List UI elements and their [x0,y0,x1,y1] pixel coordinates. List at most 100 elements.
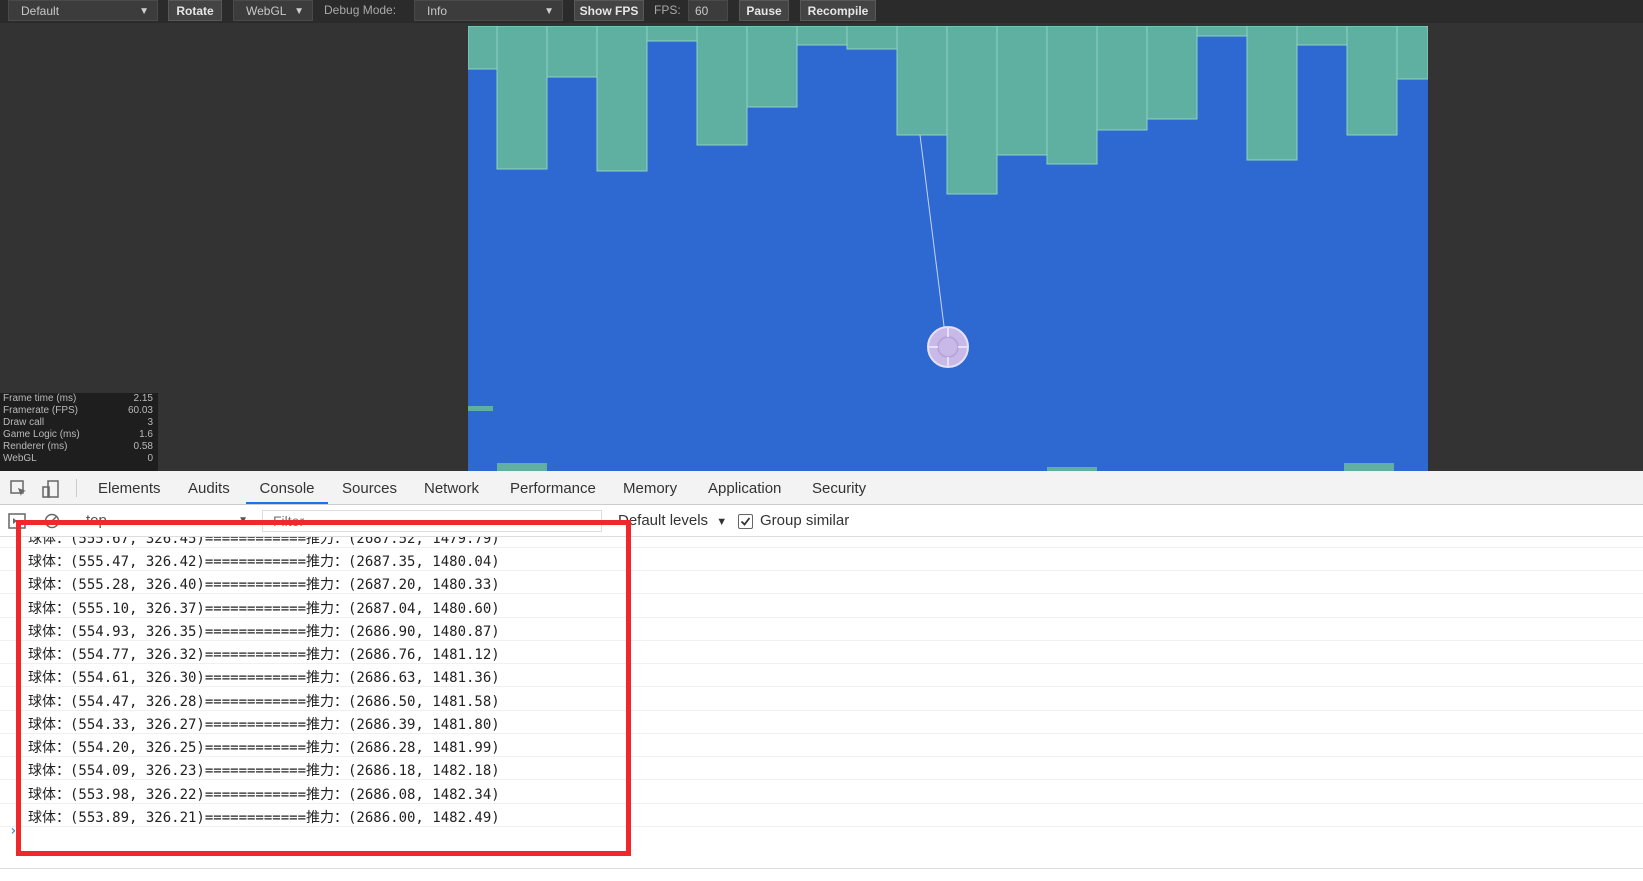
default-levels-dropdown[interactable]: Default levels ▼ [618,512,727,529]
stat-value: 60.03 [127,405,153,416]
pillar [1296,26,1348,46]
console-log-text: 球体：(553.98, 326.22)============推力：(2686.… [28,787,500,803]
console-log-row: 球体：(554.09, 326.23)============推力：(2686.… [0,757,1643,780]
tab-application[interactable]: Application [708,471,781,504]
devtools-tabbar: Elements Audits Console Sources Network … [0,471,1643,505]
chevron-down-icon: ▼ [544,6,554,17]
stat-label: WebGL [3,453,37,464]
pillar [596,26,648,172]
console-log-text: 球体：(554.77, 326.32)============推力：(2686.… [28,647,500,663]
pillar [1096,26,1148,131]
pillar [696,26,748,146]
console-log-row: 球体：(555.10, 326.37)============推力：(2687.… [0,595,1643,618]
console-filter-bar: top ▼ Default levels ▼ Group similar [0,505,1643,537]
console-log-text: 球体：(555.67, 326.45)============推力：(2687.… [28,537,500,547]
group-similar-label: Group similar [760,512,850,529]
stat-row: Draw call 3 [0,417,158,429]
chevron-down-icon: ▼ [139,6,149,17]
tab-audits[interactable]: Audits [188,471,230,504]
pillar [646,26,698,42]
console-log-row: 球体：(555.28, 326.40)============推力：(2687.… [0,571,1643,594]
console-log-text: 球体：(553.89, 326.21)============推力：(2686.… [28,810,500,826]
editor-toolbar: Default ▼ Rotate WebGL ▼ Debug Mode: Inf… [0,0,1643,23]
show-fps-button[interactable]: Show FPS [574,0,644,21]
pillar [746,26,798,108]
stat-label: Game Logic (ms) [3,429,80,440]
console-log-row: 球体：(554.77, 326.32)============推力：(2686.… [0,641,1643,664]
device-select[interactable]: Default ▼ [8,0,158,21]
clear-console-icon[interactable] [44,513,60,533]
pause-button[interactable]: Pause [739,0,789,21]
console-log-row: 球体：(555.47, 326.42)============推力：(2687.… [0,548,1643,571]
stat-row: Renderer (ms) 0.58 [0,441,158,453]
pillar [546,26,598,78]
tab-sources[interactable]: Sources [342,471,397,504]
stat-value: 0 [147,453,153,464]
pillar [846,26,898,50]
top-pillars [468,26,1428,195]
console-log-text: 球体：(554.93, 326.35)============推力：(2686.… [28,624,500,640]
fps-input[interactable]: 60 [688,0,728,21]
pillar [1346,26,1398,136]
stat-value: 1.6 [139,429,153,440]
ball [927,326,969,368]
tab-elements[interactable]: Elements [98,471,161,504]
stat-label: Frame time (ms) [3,393,77,404]
stat-row: Game Logic (ms) 1.6 [0,429,158,441]
console-log-row: 球体：(554.61, 326.30)============推力：(2686.… [0,664,1643,687]
console-filter-input[interactable] [262,510,602,532]
inspect-element-icon[interactable] [10,480,28,498]
console-log-row: 球体：(553.89, 326.21)============推力：(2686.… [0,804,1643,827]
tab-performance[interactable]: Performance [510,471,596,504]
console-log-text: 球体：(554.61, 326.30)============推力：(2686.… [28,670,500,686]
pillar [896,26,948,136]
stats-panel: Frame time (ms) 2.15 Framerate (FPS) 60.03… [0,393,158,471]
renderer-select[interactable]: WebGL ▼ [233,0,313,21]
pillar [1344,463,1394,471]
sidebar-toggle-icon[interactable] [8,513,26,533]
context-select[interactable]: top ▼ [76,509,252,533]
pillar [1046,26,1098,165]
game-canvas[interactable] [468,26,1428,471]
pillar [946,26,998,195]
device-toolbar-icon[interactable] [42,480,60,498]
pillar [796,26,848,46]
stat-label: Renderer (ms) [3,441,68,452]
pillar [1246,26,1298,161]
console-output: 球体：(555.67, 326.45)============推力：(2687.… [0,537,1643,877]
console-prompt[interactable]: › [9,823,17,839]
console-log-text: 球体：(555.28, 326.40)============推力：(2687.… [28,577,500,593]
stat-label: Draw call [3,417,45,428]
console-log-row: 球体：(553.98, 326.22)============推力：(2686.… [0,781,1643,804]
divider [76,479,77,497]
game-scene [468,26,1428,471]
rotate-button[interactable]: Rotate [168,0,222,21]
tab-memory[interactable]: Memory [623,471,677,504]
stat-value: 3 [147,417,153,428]
console-log-text: 球体：(554.33, 326.27)============推力：(2686.… [28,717,500,733]
tab-console[interactable]: Console [246,471,328,504]
rope-line [919,134,947,343]
console-log-row: 球体：(554.20, 326.25)============推力：(2686.… [0,734,1643,757]
stat-row: Frame time (ms) 2.15 [0,393,158,405]
debug-mode-label: Debug Mode: [324,3,397,17]
chevron-down-icon: ▼ [716,516,728,528]
default-levels-label: Default levels [618,512,709,529]
console-log-row: 球体：(555.67, 326.45)============推力：(2687.… [0,537,1643,548]
recompile-button[interactable]: Recompile [800,0,876,21]
console-log-row: 球体：(554.47, 326.28)============推力：(2686.… [0,688,1643,711]
console-log-text: 球体：(554.47, 326.28)============推力：(2686.… [28,694,500,710]
device-select-value: Default [21,4,60,18]
debug-mode-select[interactable]: Info ▼ [414,0,563,21]
stat-row: Framerate (FPS) 60.03 [0,405,158,417]
console-log-row: 球体：(554.93, 326.35)============推力：(2686.… [0,618,1643,641]
tab-security[interactable]: Security [812,471,866,504]
console-log-text: 球体：(555.10, 326.37)============推力：(2687.… [28,601,500,617]
group-similar-checkbox[interactable] [738,514,753,529]
pillar [497,463,547,471]
tab-network[interactable]: Network [424,471,479,504]
console-log-row: 球体：(554.33, 326.27)============推力：(2686.… [0,711,1643,734]
bottom-pillars [497,463,1394,471]
renderer-select-value: WebGL [246,4,287,18]
pillar [1396,26,1428,80]
